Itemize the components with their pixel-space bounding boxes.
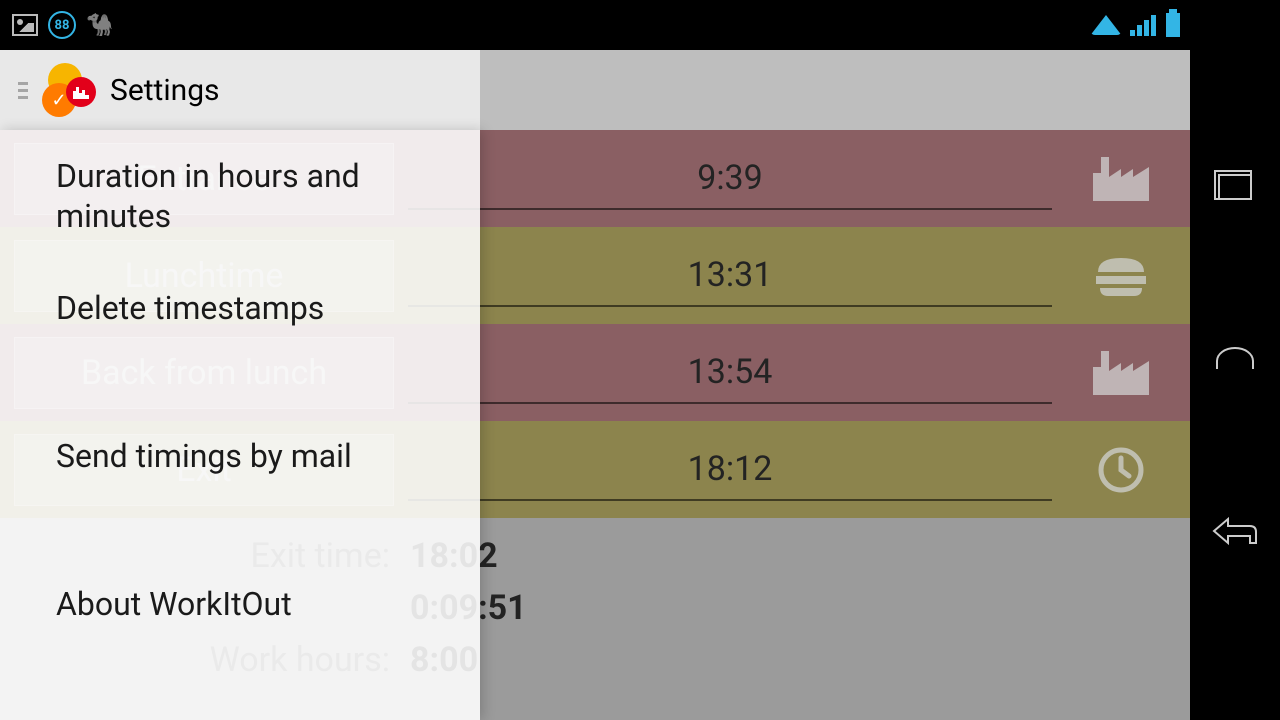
picture-icon: [12, 14, 38, 36]
drawer-item-about[interactable]: About WorkItOut: [0, 558, 480, 650]
cell-signal-icon: [1130, 15, 1156, 36]
battery-icon: [1166, 13, 1180, 37]
page-title: Settings: [110, 73, 220, 108]
factory-icon: [1066, 157, 1176, 201]
android-nav-bar: [1190, 0, 1280, 720]
drawer-item-delete-timestamps[interactable]: Delete timestamps: [0, 262, 480, 354]
exit-time-field[interactable]: 18:12: [408, 439, 1052, 501]
back-from-lunch-time-field[interactable]: 13:54: [408, 342, 1052, 404]
drawer-item-duration[interactable]: Duration in hours and minutes: [0, 130, 480, 262]
app-icon: ✓: [42, 63, 96, 117]
drawer-item-send-mail[interactable]: Send timings by mail: [0, 410, 480, 502]
back-button[interactable]: [1212, 516, 1258, 546]
burger-icon: [1066, 256, 1176, 296]
camel-icon: 🐪: [86, 13, 113, 38]
lunchtime-time-field[interactable]: 13:31: [408, 245, 1052, 307]
factory-icon: [1066, 351, 1176, 395]
android-status-bar: 88 🐪 02:40: [0, 0, 1280, 50]
home-button[interactable]: [1216, 347, 1254, 369]
progress-badge-icon: 88: [48, 11, 76, 39]
drawer-toggle-icon[interactable]: [18, 82, 28, 99]
wifi-icon: [1091, 15, 1122, 35]
settings-drawer: Duration in hours and minutes Delete tim…: [0, 130, 480, 720]
clock-icon: [1066, 446, 1176, 494]
action-bar: ✓ Settings: [0, 50, 1190, 130]
recent-apps-button[interactable]: [1218, 174, 1252, 200]
app-viewport: ✓ Settings Entrance 9:39 Lunchtime 13:31…: [0, 50, 1190, 720]
entrance-time-field[interactable]: 9:39: [408, 148, 1052, 210]
